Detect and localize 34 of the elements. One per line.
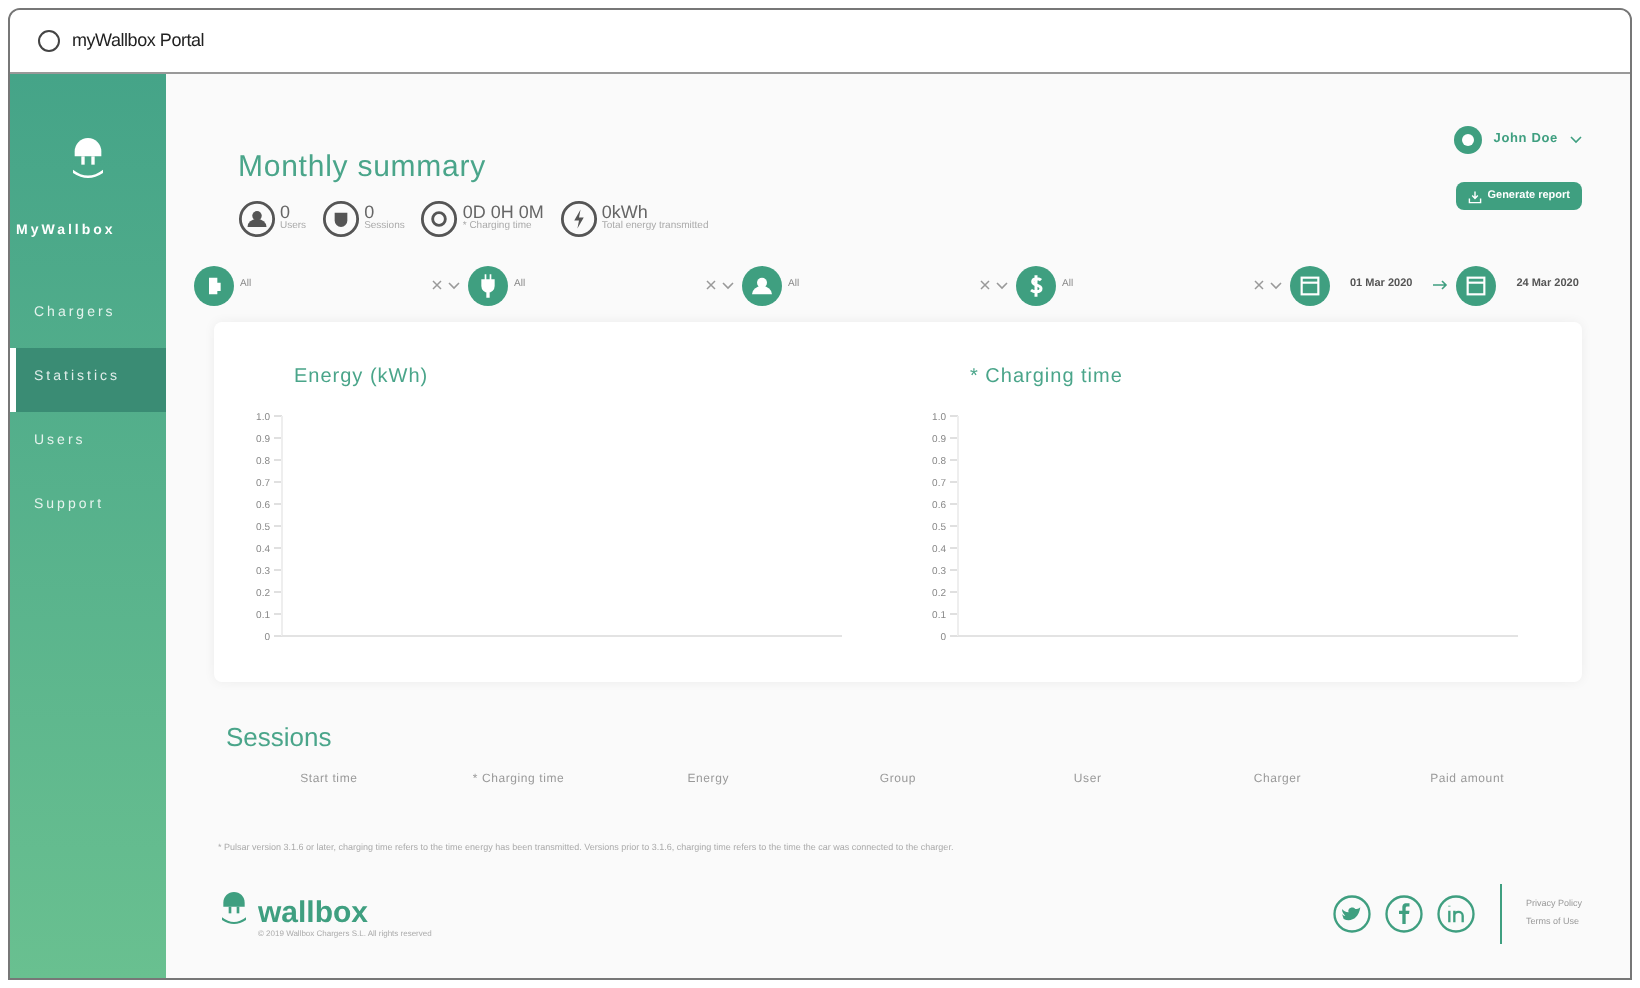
clock-icon [420,199,459,237]
clear-icon[interactable] [980,280,990,290]
chart-title: * Charging time [970,363,1125,391]
stat-value: 0kWh [601,204,650,222]
page-title: Monthly summary [238,148,488,188]
chevron-icon [1270,281,1282,289]
chart-title: Energy (kWh) [294,363,431,391]
avatar[interactable] [1453,126,1482,154]
clear-icon[interactable] [706,280,716,290]
stat-value: 0 [364,204,375,222]
calendar-icon[interactable] [1290,265,1330,305]
arrow-icon [1432,280,1449,290]
stat-value: 0 [280,204,291,222]
plug-logo-icon [218,887,250,928]
window-title: myWallbox Portal [72,27,205,54]
clear-icon[interactable] [1254,280,1264,290]
clear-icon[interactable] [432,280,442,290]
stat-value: 0D 0H 0M [462,204,544,222]
bolt-icon [559,199,598,237]
calendar-icon[interactable] [1456,265,1497,305]
dollar-icon [1016,265,1056,305]
person-icon [742,265,782,305]
logo-text: wallbox [258,897,369,928]
chevron-icon [722,281,734,289]
chevron-icon [448,281,460,289]
person-icon [238,199,276,237]
section-title: Sessions [226,719,334,755]
plug-logo-icon [68,134,108,182]
chevron-icon [996,281,1008,289]
chevron-icon [1570,136,1582,144]
linkedin-icon[interactable] [1435,893,1476,934]
facebook-icon[interactable] [1383,893,1424,934]
twitter-icon[interactable] [1331,893,1372,934]
download-icon [1467,189,1482,204]
